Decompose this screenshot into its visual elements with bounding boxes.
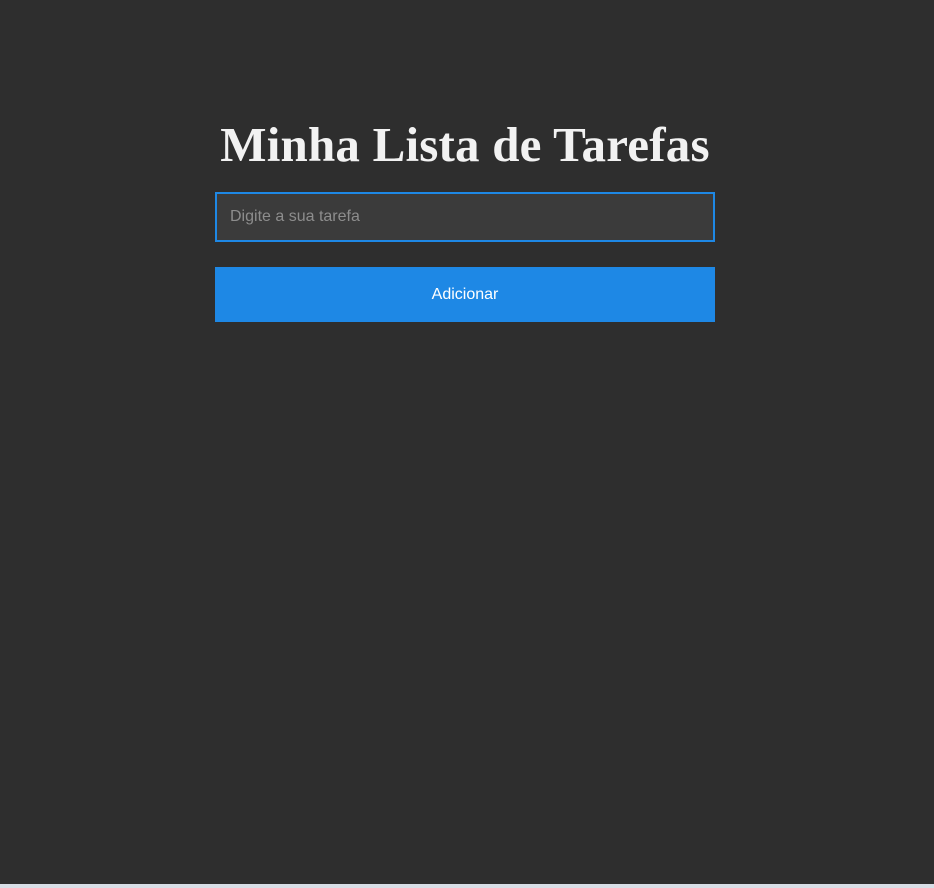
task-input[interactable] (215, 192, 715, 242)
bottom-border-strip (0, 884, 934, 888)
add-task-button[interactable]: Adicionar (215, 267, 715, 322)
todo-page: Minha Lista de Tarefas Adicionar (0, 0, 934, 888)
page-title: Minha Lista de Tarefas (220, 117, 710, 172)
todo-container: Minha Lista de Tarefas Adicionar (215, 110, 715, 322)
